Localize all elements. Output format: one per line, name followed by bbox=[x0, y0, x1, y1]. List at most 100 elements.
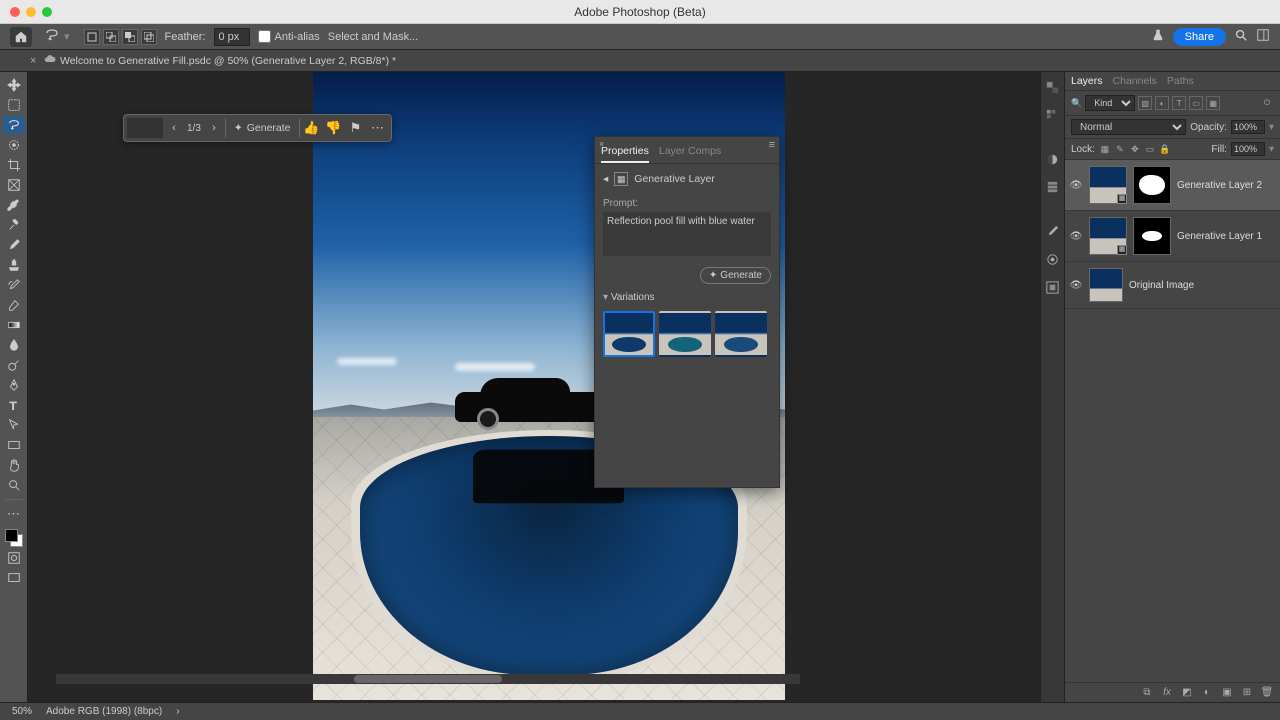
variation-thumb-3[interactable] bbox=[715, 311, 767, 357]
eyedropper-tool[interactable] bbox=[3, 196, 25, 214]
selection-intersect-icon[interactable] bbox=[141, 29, 157, 45]
new-adjustment-icon[interactable]: ◐ bbox=[1200, 686, 1214, 700]
lasso-tool[interactable] bbox=[3, 116, 25, 134]
variation-next-button[interactable]: › bbox=[205, 118, 223, 138]
layer-thumbnail[interactable]: ▦ bbox=[1089, 217, 1127, 255]
feather-input[interactable] bbox=[214, 28, 250, 46]
variations-heading[interactable]: ▾ Variations bbox=[595, 288, 779, 307]
flag-icon[interactable]: ⚑ bbox=[346, 120, 366, 136]
path-selection-tool[interactable] bbox=[3, 416, 25, 434]
layer-fx-icon[interactable]: fx bbox=[1160, 686, 1174, 700]
variation-thumb-2[interactable] bbox=[659, 311, 711, 357]
visibility-toggle[interactable]: 👁 bbox=[1069, 180, 1083, 191]
prompt-textarea[interactable]: Reflection pool fill with blue water bbox=[603, 212, 771, 256]
layer-thumbnail[interactable]: ▦ bbox=[1089, 166, 1127, 204]
layer-mask-thumbnail[interactable] bbox=[1133, 166, 1171, 204]
prompt-quick-input[interactable] bbox=[127, 118, 163, 138]
healing-brush-tool[interactable] bbox=[3, 216, 25, 234]
rectangle-tool[interactable] bbox=[3, 436, 25, 454]
screen-mode-icon[interactable] bbox=[3, 569, 25, 587]
crop-tool[interactable] bbox=[3, 156, 25, 174]
dock-libraries-icon[interactable] bbox=[1044, 178, 1062, 196]
zoom-level[interactable]: 50% bbox=[12, 706, 32, 717]
search-icon[interactable] bbox=[1234, 28, 1248, 45]
visibility-toggle[interactable]: 👁 bbox=[1069, 231, 1083, 242]
selection-subtract-icon[interactable] bbox=[122, 29, 138, 45]
layer-thumbnail[interactable] bbox=[1089, 268, 1123, 302]
window-close-button[interactable] bbox=[10, 7, 20, 17]
layer-name[interactable]: Generative Layer 2 bbox=[1177, 180, 1262, 191]
dock-history-icon[interactable] bbox=[1044, 250, 1062, 268]
type-tool[interactable]: T bbox=[3, 396, 25, 414]
filter-pixel-icon[interactable]: ▧ bbox=[1138, 96, 1152, 110]
layer-row[interactable]: 👁 Original Image bbox=[1065, 262, 1280, 309]
tab-close-icon[interactable]: × bbox=[30, 55, 40, 67]
filter-smart-icon[interactable]: ▦ bbox=[1206, 96, 1220, 110]
dock-swatches-icon[interactable] bbox=[1044, 106, 1062, 124]
layer-name[interactable]: Generative Layer 1 bbox=[1177, 231, 1262, 242]
thumbs-down-icon[interactable]: 👎 bbox=[324, 120, 344, 136]
dock-adjustments-icon[interactable] bbox=[1044, 150, 1062, 168]
blend-mode-select[interactable]: Normal bbox=[1071, 119, 1186, 135]
dodge-tool[interactable] bbox=[3, 356, 25, 374]
color-profile[interactable]: Adobe RGB (1998) (8bpc) bbox=[46, 706, 162, 717]
status-chevron-icon[interactable]: › bbox=[176, 706, 179, 717]
tab-layers[interactable]: Layers bbox=[1071, 75, 1103, 90]
edit-toolbar-icon[interactable]: ⋯ bbox=[3, 505, 25, 523]
pen-tool[interactable] bbox=[3, 376, 25, 394]
dock-brush-icon[interactable] bbox=[1044, 222, 1062, 240]
opacity-input[interactable] bbox=[1231, 120, 1265, 134]
hand-tool[interactable] bbox=[3, 456, 25, 474]
tab-properties[interactable]: Properties bbox=[601, 145, 649, 163]
workspace-icon[interactable] bbox=[1256, 28, 1270, 45]
lock-brush-icon[interactable]: ✎ bbox=[1114, 143, 1126, 155]
dock-patterns-icon[interactable] bbox=[1044, 278, 1062, 296]
fill-input[interactable] bbox=[1231, 142, 1265, 156]
contextual-task-bar[interactable]: ‹ 1/3 › ✦ Generate 👍 👎 ⚑ ⋯ bbox=[123, 114, 392, 142]
eraser-tool[interactable] bbox=[3, 296, 25, 314]
selection-new-icon[interactable] bbox=[84, 29, 100, 45]
tab-paths[interactable]: Paths bbox=[1167, 75, 1194, 90]
quick-selection-tool[interactable] bbox=[3, 136, 25, 154]
variation-prev-button[interactable]: ‹ bbox=[165, 118, 183, 138]
window-maximize-button[interactable] bbox=[42, 7, 52, 17]
new-group-icon[interactable]: ▣ bbox=[1220, 686, 1234, 700]
filter-kind-select[interactable]: Kind bbox=[1085, 95, 1135, 111]
delete-layer-icon[interactable]: 🗑 bbox=[1260, 686, 1274, 700]
document-tab[interactable]: Welcome to Generative Fill.psdc @ 50% (G… bbox=[60, 55, 396, 67]
lock-transparent-icon[interactable]: ▦ bbox=[1099, 143, 1111, 155]
lock-artboard-icon[interactable]: ▭ bbox=[1144, 143, 1156, 155]
thumbs-up-icon[interactable]: 👍 bbox=[302, 120, 322, 136]
visibility-toggle[interactable]: 👁 bbox=[1069, 280, 1083, 291]
tab-channels[interactable]: Channels bbox=[1113, 75, 1157, 90]
generate-button-panel[interactable]: ✦ Generate bbox=[700, 267, 771, 284]
filter-shape-icon[interactable]: ▭ bbox=[1189, 96, 1203, 110]
window-minimize-button[interactable] bbox=[26, 7, 36, 17]
selection-add-icon[interactable] bbox=[103, 29, 119, 45]
lock-all-icon[interactable]: 🔒 bbox=[1159, 143, 1171, 155]
share-button[interactable]: Share bbox=[1173, 28, 1226, 46]
filter-toggle-icon[interactable]: ⏻ bbox=[1260, 96, 1274, 110]
back-arrow-icon[interactable]: ◂ bbox=[603, 173, 608, 185]
gradient-tool[interactable] bbox=[3, 316, 25, 334]
history-brush-tool[interactable] bbox=[3, 276, 25, 294]
lock-position-icon[interactable]: ✥ bbox=[1129, 143, 1141, 155]
marquee-tool[interactable] bbox=[3, 96, 25, 114]
panel-menu-icon[interactable]: ≡ bbox=[769, 139, 775, 151]
home-button[interactable] bbox=[10, 27, 32, 47]
select-and-mask-button[interactable]: Select and Mask... bbox=[328, 31, 419, 43]
move-tool[interactable] bbox=[3, 76, 25, 94]
horizontal-scrollbar[interactable] bbox=[56, 674, 800, 684]
layer-name[interactable]: Original Image bbox=[1129, 280, 1194, 291]
quick-mask-icon[interactable] bbox=[3, 549, 25, 567]
link-layers-icon[interactable]: ⧉ bbox=[1140, 686, 1154, 700]
anti-alias-checkbox[interactable]: Anti-alias bbox=[258, 30, 320, 43]
clone-stamp-tool[interactable] bbox=[3, 256, 25, 274]
beaker-icon[interactable] bbox=[1151, 28, 1165, 45]
color-swatches[interactable] bbox=[5, 529, 23, 547]
frame-tool[interactable] bbox=[3, 176, 25, 194]
brush-tool[interactable] bbox=[3, 236, 25, 254]
new-layer-icon[interactable]: ⊞ bbox=[1240, 686, 1254, 700]
more-icon[interactable]: ⋯ bbox=[368, 120, 388, 136]
filter-type-icon[interactable]: T bbox=[1172, 96, 1186, 110]
